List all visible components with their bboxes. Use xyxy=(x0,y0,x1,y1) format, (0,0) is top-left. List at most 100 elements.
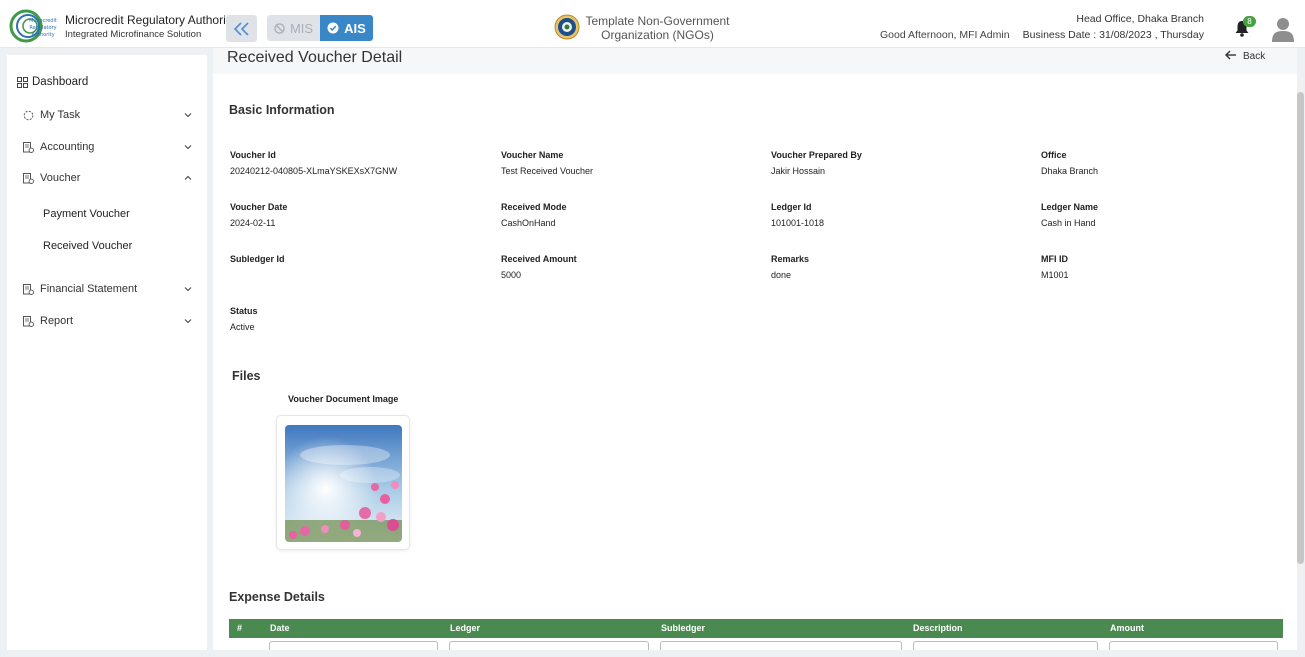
column-header-subledger: Subledger xyxy=(661,623,706,633)
mis-label: MIS xyxy=(289,20,314,36)
sidebar-label-financial-statement: Financial Statement xyxy=(40,283,138,295)
sidebar-label-dashboard: Dashboard xyxy=(32,76,89,88)
document-gear-icon xyxy=(23,141,34,153)
organization-name: Template Non-Government Organization (NG… xyxy=(585,14,730,42)
field-status: Status Active xyxy=(230,306,480,332)
collapse-sidebar-button[interactable] xyxy=(226,15,257,42)
field-remarks: Remarks done xyxy=(771,254,1021,280)
voucher-document-image[interactable] xyxy=(285,425,402,542)
double-chevron-left-icon xyxy=(233,21,249,36)
mis-toggle-button[interactable]: MIS xyxy=(267,15,320,41)
field-label: Voucher Id xyxy=(230,150,276,160)
table-row xyxy=(229,641,1283,650)
business-date: Business Date : 31/08/2023 , Thursday xyxy=(1022,29,1204,41)
document-image-card[interactable] xyxy=(276,415,410,550)
notification-badge: 8 xyxy=(1243,16,1256,27)
column-header-description: Description xyxy=(913,623,963,633)
field-value: Jakir Hossain xyxy=(771,166,826,176)
field-value: 20240212-040805-XLmaYSKEXsX7GNW xyxy=(230,166,398,176)
field-label: Subledger Id xyxy=(230,254,285,264)
mra-logo-icon: Microcredit Regulatory Authority xyxy=(9,9,57,43)
title-bar: Received Voucher Detail Back xyxy=(213,48,1297,74)
spinner-icon xyxy=(23,110,34,120)
ban-icon xyxy=(274,22,285,34)
field-label: Voucher Date xyxy=(230,202,288,212)
field-label: Ledger Name xyxy=(1041,202,1099,212)
sidebar-item-report[interactable]: Report xyxy=(7,310,207,332)
arrow-left-icon xyxy=(1225,50,1236,60)
field-value: 101001-1018 xyxy=(771,218,825,228)
document-gear-icon xyxy=(23,283,34,295)
field-label: MFI ID xyxy=(1041,254,1068,264)
field-value: done xyxy=(771,270,792,280)
sidebar-item-payment-voucher[interactable]: Payment Voucher xyxy=(43,208,130,220)
amount-input[interactable] xyxy=(1109,641,1278,650)
field-label: Received Amount xyxy=(501,254,577,264)
page-title: Received Voucher Detail xyxy=(227,49,403,66)
government-emblem-icon xyxy=(554,14,580,40)
sidebar-label-accounting: Accounting xyxy=(40,141,95,153)
column-header-date: Date xyxy=(270,623,290,633)
field-received-mode: Received Mode CashOnHand xyxy=(501,202,751,228)
document-gear-icon xyxy=(23,315,34,327)
field-voucher-id: Voucher Id 20240212-040805-XLmaYSKEXsX7G… xyxy=(230,150,480,176)
column-header-index: # xyxy=(237,623,243,633)
field-voucher-name: Voucher Name Test Received Voucher xyxy=(501,150,751,176)
chevron-down-icon xyxy=(184,145,192,150)
field-mfi-id: MFI ID M1001 xyxy=(1041,254,1291,280)
sidebar-label-report: Report xyxy=(40,315,74,327)
field-label: Office xyxy=(1041,150,1067,160)
sidebar: Dashboard My Task Accounting Voucher Pay… xyxy=(7,55,207,650)
sidebar-label-voucher: Voucher xyxy=(40,172,81,184)
brand-subtitle: Integrated Microfinance Solution xyxy=(65,29,202,40)
field-label: Voucher Name xyxy=(501,150,564,160)
field-value: CashOnHand xyxy=(501,218,556,228)
sidebar-item-my-task[interactable]: My Task xyxy=(7,104,207,126)
field-office: Office Dhaka Branch xyxy=(1041,150,1291,176)
field-received-amount: Received Amount 5000 xyxy=(501,254,751,280)
greeting-text: Good Afternoon, MFI Admin xyxy=(880,29,1010,41)
sidebar-item-dashboard[interactable]: Dashboard xyxy=(7,71,207,93)
field-ledger-id: Ledger Id 101001-1018 xyxy=(771,202,1021,228)
description-input[interactable] xyxy=(913,641,1098,650)
date-input[interactable] xyxy=(269,641,438,650)
field-value: 5000 xyxy=(501,270,522,280)
top-header: Microcredit Regulatory Authority Microcr… xyxy=(0,0,1305,48)
field-value: M1001 xyxy=(1041,270,1069,280)
files-title: Files xyxy=(232,369,261,383)
field-ledger-name: Ledger Name Cash in Hand xyxy=(1041,202,1291,228)
back-label: Back xyxy=(1243,51,1266,62)
org-name-line1: Template Non-Government xyxy=(585,14,730,28)
vertical-scrollbar[interactable] xyxy=(1297,92,1304,564)
svg-text:Authority: Authority xyxy=(31,32,54,38)
field-value: Test Received Voucher xyxy=(501,166,594,176)
user-avatar-icon[interactable] xyxy=(1271,16,1295,42)
svg-text:Regulatory: Regulatory xyxy=(29,25,56,31)
field-value: Cash in Hand xyxy=(1041,218,1096,228)
sidebar-item-received-voucher[interactable]: Received Voucher xyxy=(43,240,132,252)
chevron-down-icon xyxy=(184,287,192,292)
ais-label: AIS xyxy=(344,20,366,36)
field-label: Voucher Prepared By xyxy=(771,150,862,160)
sidebar-item-accounting[interactable]: Accounting xyxy=(7,136,207,158)
field-voucher-date: Voucher Date 2024-02-11 xyxy=(230,202,480,228)
basic-information-title: Basic Information xyxy=(229,103,335,117)
field-value: Active xyxy=(230,322,255,332)
sidebar-item-financial-statement[interactable]: Financial Statement xyxy=(7,278,207,300)
sidebar-item-voucher[interactable]: Voucher xyxy=(7,167,207,189)
back-button[interactable]: Back xyxy=(1225,48,1265,62)
column-header-ledger: Ledger xyxy=(450,623,481,633)
svg-text:Microcredit: Microcredit xyxy=(29,18,57,24)
field-value: 2024-02-11 xyxy=(230,218,276,228)
expense-table-header: # Date Ledger Subledger Description Amou… xyxy=(229,619,1283,638)
subledger-select[interactable] xyxy=(660,641,902,650)
field-value: Dhaka Branch xyxy=(1041,166,1099,176)
ledger-select[interactable] xyxy=(449,641,649,650)
field-label: Received Mode xyxy=(501,202,567,212)
grid-icon xyxy=(17,76,28,88)
brand-title: Microcredit Regulatory Authority xyxy=(65,13,236,27)
field-label: Ledger Id xyxy=(771,202,812,212)
ais-toggle-button[interactable]: AIS xyxy=(320,15,373,41)
document-image-label: Voucher Document Image xyxy=(288,394,399,404)
column-header-amount: Amount xyxy=(1110,623,1144,633)
